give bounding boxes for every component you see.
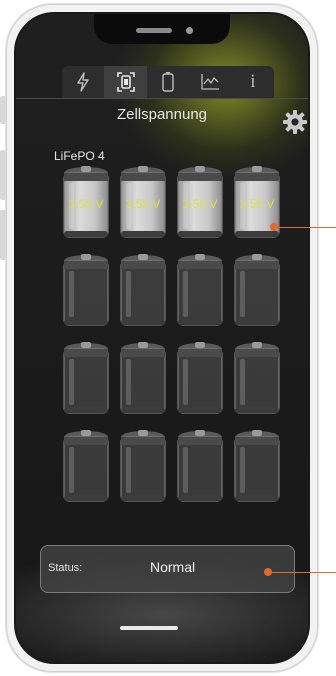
tab-power[interactable] — [62, 66, 104, 98]
battery-cell — [174, 341, 226, 417]
info-icon: i — [250, 71, 256, 92]
status-panel: Status: Normal — [40, 545, 295, 593]
battery-cell — [174, 429, 226, 505]
tab-info[interactable]: i — [232, 66, 274, 98]
page-title: Zellspannung — [116, 106, 208, 123]
battery-cell — [117, 429, 169, 505]
gear-icon — [283, 110, 307, 134]
tab-chart[interactable] — [189, 66, 231, 98]
battery-cell — [231, 429, 283, 505]
side-button — [0, 96, 6, 124]
tab-battery[interactable] — [147, 66, 189, 98]
battery-cell — [60, 429, 112, 505]
battery-cell: 3.55 V — [117, 165, 169, 241]
battery-cell — [231, 253, 283, 329]
pointer-line — [268, 572, 336, 573]
pointer-dot — [270, 223, 278, 231]
battery-cell: 3.55 V — [60, 165, 112, 241]
cell-voltage: 3.55 V — [125, 197, 161, 211]
cell-voltage: 3.55 V — [182, 197, 218, 211]
side-button — [0, 150, 6, 200]
pointer-line — [274, 227, 336, 228]
pointer-dot — [264, 568, 272, 576]
cell-grid: 3.55 V 3.55 V 3.55 V 3.55 V — [60, 165, 280, 505]
tab-cells[interactable] — [104, 66, 147, 98]
cell-voltage: 3.55 V — [239, 197, 275, 211]
battery-cell — [60, 341, 112, 417]
speaker — [136, 28, 172, 33]
battery-scan-icon — [116, 72, 135, 92]
battery-cell — [117, 253, 169, 329]
battery-cell — [231, 341, 283, 417]
status-label: Status: — [48, 562, 83, 574]
battery-chemistry-label: LiFePO 4 — [54, 149, 105, 163]
tab-divider — [16, 98, 308, 99]
settings-button[interactable] — [282, 109, 308, 135]
camera — [186, 27, 193, 34]
status-value: Normal — [150, 559, 196, 575]
battery-cell: 3.55 V — [174, 165, 226, 241]
battery-cell — [117, 341, 169, 417]
battery-icon — [162, 72, 174, 92]
tab-bar: i — [62, 66, 274, 98]
lightning-icon — [77, 72, 89, 92]
home-indicator[interactable] — [120, 626, 178, 630]
side-button — [0, 210, 6, 260]
chart-icon — [201, 74, 220, 90]
battery-cell — [60, 253, 112, 329]
battery-cell — [174, 253, 226, 329]
cell-voltage: 3.55 V — [68, 197, 104, 211]
notch — [94, 14, 230, 44]
